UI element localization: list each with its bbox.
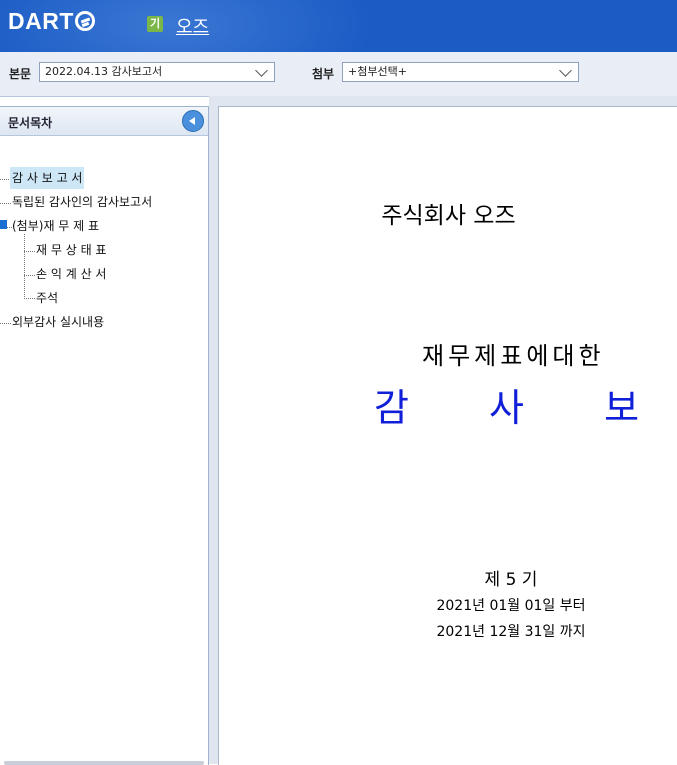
top-header: DART 기 오즈 — [0, 0, 677, 52]
main-label: 본문 — [9, 67, 32, 81]
collapse-panel-button[interactable] — [182, 110, 204, 132]
toc-item-balance-sheet[interactable]: 재 무 상 태 표 — [36, 239, 106, 261]
tree-connector — [24, 234, 25, 297]
logo-mark-icon — [74, 11, 95, 31]
attach-select-value: +첨부선택+ — [348, 65, 407, 78]
main-document-select[interactable]: 2022.04.13 감사보고서 — [39, 62, 275, 82]
tree-connector — [24, 298, 35, 299]
main-select-value: 2022.04.13 감사보고서 — [45, 65, 163, 78]
doc-company-name: 주식회사 오즈 — [381, 203, 516, 229]
company-name-link[interactable]: 오즈 — [176, 13, 209, 39]
attach-label: 첨부 — [312, 67, 335, 81]
document-viewer: 주식회사 오즈 재무제표에대한 감 사 보 고 서 제 5 기 2021년 01… — [209, 96, 677, 765]
doc-for-title: 재무제표에대한 — [422, 342, 605, 370]
chevron-down-icon — [255, 64, 268, 77]
toc-item-audit-report[interactable]: 감 사 보 고 서 — [10, 167, 85, 189]
expand-marker-icon[interactable] — [0, 220, 7, 229]
toc-item-external-audit[interactable]: 외부감사 실시내용 — [12, 311, 104, 333]
document-page: 주식회사 오즈 재무제표에대한 감 사 보 고 서 제 5 기 2021년 01… — [218, 106, 677, 765]
horizontal-scrollbar[interactable] — [4, 761, 204, 765]
doc-date-from: 2021년 01월 01일 부터 — [436, 598, 586, 614]
toc-title: 문서목차 — [8, 116, 53, 130]
toolbar: 본문 2022.04.13 감사보고서 첨부 +첨부선택+ — [0, 52, 677, 97]
toc-item-notes[interactable]: 주석 — [36, 287, 58, 309]
doc-audit-title: 감 사 보 고 서 — [374, 386, 677, 430]
toc-item-income-statement[interactable]: 손 익 계 산 서 — [36, 263, 106, 285]
toc-header: 문서목차 — [0, 107, 208, 136]
doc-period: 제 5 기 — [484, 570, 538, 590]
toc-item-financial-statements[interactable]: (첨부)재 무 제 표 — [12, 215, 99, 237]
tree-connector — [0, 323, 11, 324]
tree-connector — [24, 275, 35, 276]
attachment-select[interactable]: +첨부선택+ — [342, 62, 579, 82]
company-badge: 기 — [147, 16, 163, 32]
logo-text: DART — [8, 7, 74, 34]
doc-date-to: 2021년 12월 31일 까지 — [436, 624, 586, 640]
toc-panel: 문서목차 감 사 보 고 서 독립된 감사인의 감사보고서 (첨부)재 무 제 … — [0, 106, 209, 765]
tree-connector — [0, 203, 11, 204]
tree-connector — [24, 251, 35, 252]
chevron-down-icon — [559, 64, 572, 77]
dart-logo[interactable]: DART — [8, 6, 95, 36]
toc-item-independent-auditor-report[interactable]: 독립된 감사인의 감사보고서 — [12, 191, 152, 213]
